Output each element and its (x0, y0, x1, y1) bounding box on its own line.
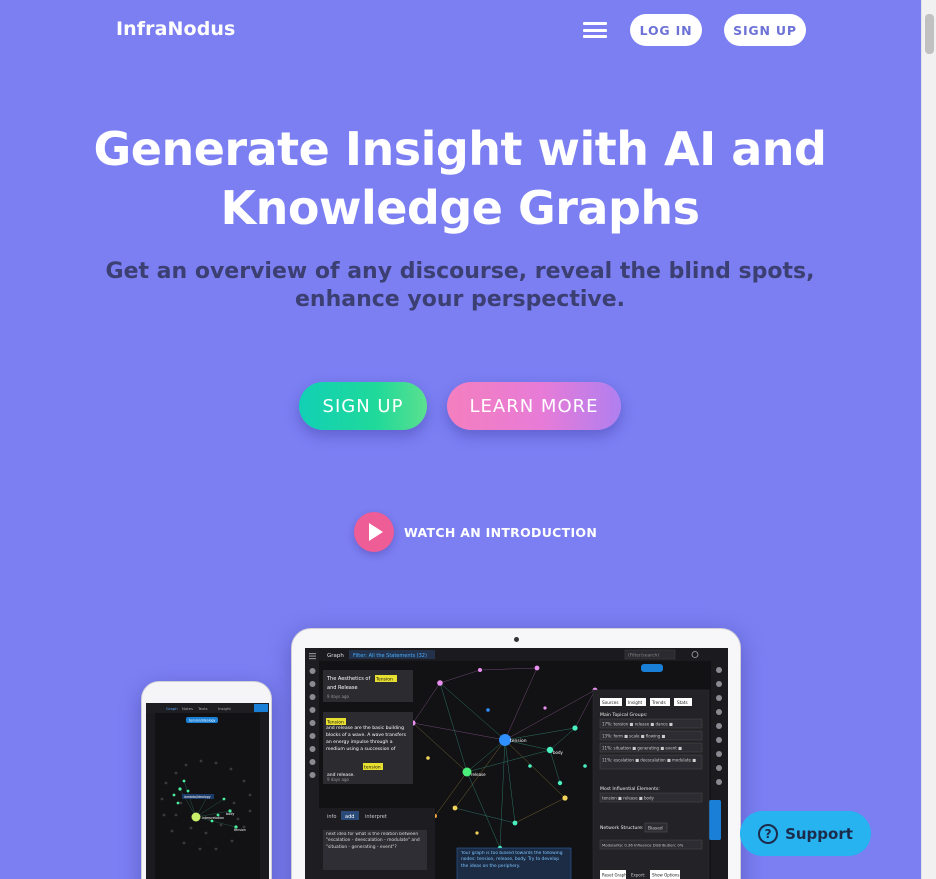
note2-time: 9 days ago (327, 777, 350, 782)
tab-info: info (327, 814, 336, 820)
hamburger-icon[interactable] (583, 22, 607, 38)
note1-title-highlight: Tension (375, 677, 393, 683)
reset-graph-button: Reset Graph (602, 873, 627, 878)
help-circle-icon[interactable]: ? (758, 823, 779, 844)
watch-intro-link[interactable]: WATCH AN INTRODUCTION (354, 512, 597, 552)
tab-graph: Graph (327, 653, 344, 659)
watch-intro-label[interactable]: WATCH AN INTRODUCTION (404, 525, 597, 540)
phone-mockup: Graph Notes Texts Insight tension/Ideolo… (141, 681, 272, 879)
node-label-body: body (553, 750, 564, 755)
phone-app-screenshot: Graph Notes Texts Insight tension/Ideolo… (146, 703, 269, 879)
node-label-release: release (471, 772, 486, 777)
hero-headline: Generate Insight with AI and Knowledge G… (60, 120, 860, 238)
show-options-button: Show Options (652, 873, 680, 878)
phone-chip: tension/Ideology (189, 719, 216, 723)
phone-tab-insight: Insight (218, 706, 231, 711)
phone-node-label-4: tension (234, 828, 246, 832)
hero-subhead-line2: enhance your perspective. (295, 287, 625, 312)
panel-tab-trends: Trends (651, 700, 666, 705)
note2-highlight-2: tension (364, 765, 381, 771)
phone-node-label-2: body (226, 812, 234, 816)
hero-subhead: Get an overview of any discourse, reveal… (100, 258, 820, 314)
gap-insight-text: Your graph is too biased towards the fol… (461, 851, 563, 869)
phone-tab-notes: Notes (182, 706, 193, 711)
ai-prompt-text: next idea for what is the relation betwe… (326, 832, 420, 850)
hero-headline-line2: Knowledge Graphs (220, 181, 700, 235)
tablet-mockup: Graph Filter: All the Statements (32) (F… (291, 628, 741, 879)
phone-screen: Graph Notes Texts Insight tension/Ideolo… (146, 703, 269, 879)
structure-label: Network Structure: (600, 825, 644, 831)
tablet-camera (514, 637, 519, 642)
learn-more-button[interactable]: LEARN MORE (447, 382, 621, 430)
group-row-4: 11%: escalation ■ deescalation ■ modulat… (602, 758, 696, 763)
group-row-2: 13%: form ■ scale ■ flowing ■ (602, 734, 665, 739)
panel-tab-sources: Sources (602, 700, 619, 705)
note1-title-b: and Release (327, 685, 358, 691)
note1-time: 9 days ago (327, 694, 350, 699)
app-screenshot: Graph Filter: All the Statements (32) (F… (305, 648, 728, 879)
tablet-screen: Graph Filter: All the Statements (32) (F… (305, 648, 728, 879)
groups-title: Main Topical Groups: (600, 712, 648, 718)
support-label[interactable]: Support (785, 825, 853, 843)
panel-tab-insight: Insight (628, 700, 643, 705)
hero-signup-button[interactable]: SIGN UP (299, 382, 427, 430)
panel-tab-stats: Stats (677, 700, 688, 705)
phone-tab-texts: Texts (197, 706, 208, 711)
signup-button[interactable]: SIGN UP (724, 14, 806, 46)
hero-subhead-line1: Get an overview of any discourse, reveal… (105, 259, 815, 284)
group-row-3: 11%: situation ■ generating ■ event ■ (602, 746, 682, 751)
export-label: Export: (631, 873, 645, 878)
play-icon[interactable] (354, 512, 394, 552)
brand-logo[interactable]: InfraNodus (116, 18, 235, 40)
scrollbar-thumb[interactable] (925, 14, 934, 54)
note1-title-a: The Aesthetics of (326, 676, 370, 682)
influential-list: tension ■ release ■ body (602, 796, 654, 801)
tab-interpret: interpret (365, 814, 387, 820)
group-row-1: 17%: tension ■ release ■ dance ■ (602, 722, 673, 727)
tab-add: add (345, 814, 354, 820)
hero-headline-line1: Generate Insight with AI and (93, 122, 827, 176)
phone-node-label-1: lambda/Ideology (184, 795, 211, 799)
node-label-tension: tension (510, 738, 527, 744)
note2-text: and release are the basic building block… (326, 726, 406, 752)
scrollbar[interactable] (921, 0, 936, 879)
phone-tab-graph: Graph (166, 706, 178, 711)
search-input: (Filter/search) (628, 653, 659, 659)
influential-title: Most Influential Elements: (600, 786, 660, 792)
modularity-text: Modularity: 0.36 Influence Distribution:… (602, 843, 684, 848)
login-button[interactable]: LOG IN (630, 14, 702, 46)
phone-node-label-3: interpretation (202, 816, 224, 820)
landing-page: InfraNodus LOG IN SIGN UP Generate Insig… (0, 0, 921, 879)
structure-value: Biased (648, 826, 663, 832)
filter-select: Filter: All the Statements (32) (353, 653, 427, 659)
support-button[interactable]: ? Support (740, 811, 871, 856)
